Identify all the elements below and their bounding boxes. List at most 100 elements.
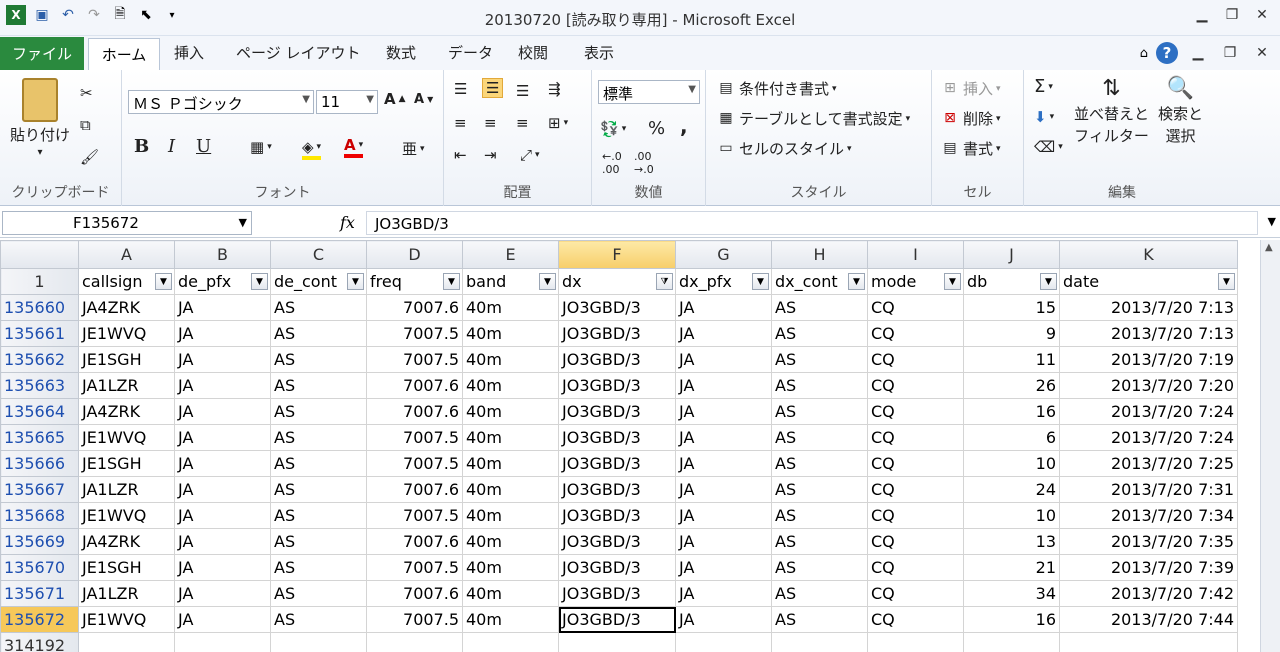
cell-d[interactable]: 7007.5 [366,450,463,477]
cell-a[interactable]: JA1LZR [78,372,175,399]
cell-e[interactable]: 40m [462,294,559,321]
cell-j[interactable]: 16 [963,398,1060,425]
italic-button[interactable]: I [168,136,175,157]
orientation-icon[interactable]: ⤢ ▾ [520,146,540,164]
column-header-i[interactable]: I [867,240,964,269]
cell-f[interactable]: JO3GBD/3 [558,294,676,321]
align-top-icon[interactable]: ☰ [454,80,467,98]
cell-b[interactable]: JA [174,580,271,607]
cell-e[interactable]: 40m [462,554,559,581]
cell-d[interactable]: 7007.5 [366,606,463,633]
cell-j[interactable] [963,632,1060,652]
cell-h[interactable]: AS [771,372,868,399]
wrap-text-icon[interactable]: ⇶ [548,80,561,98]
name-box[interactable]: F135672 ▼ [2,211,252,235]
insert-cells-button[interactable]: ⊞ 挿入 ▾ [940,78,1000,99]
cell-i[interactable] [867,632,964,652]
cell-d[interactable]: 7007.6 [366,528,463,555]
cell-i[interactable]: CQ [867,450,964,477]
header-cell-mode[interactable]: mode ▼ [867,268,964,295]
header-cell-freq[interactable]: freq ▼ [366,268,463,295]
row-header[interactable]: 135660 [0,294,79,321]
cell-k[interactable]: 2013/7/20 7:13 [1059,294,1238,321]
cell-h[interactable]: AS [771,320,868,347]
cell-k[interactable]: 2013/7/20 7:39 [1059,554,1238,581]
decrease-decimal-icon[interactable]: .00 →.0 [634,150,654,176]
cell-f[interactable]: JO3GBD/3 [558,372,676,399]
doc-restore-icon[interactable]: ❐ [1218,42,1242,64]
header-cell-dx-pfx[interactable]: dx_pfx ▼ [675,268,772,295]
cell-i[interactable]: CQ [867,554,964,581]
column-header-b[interactable]: B [174,240,271,269]
column-header-h[interactable]: H [771,240,868,269]
copy-icon[interactable]: ⧉ [80,116,91,134]
filter-dropdown-icon[interactable]: ▼ [539,273,556,290]
cell-c[interactable]: AS [270,346,367,373]
cell-c[interactable]: AS [270,528,367,555]
column-header-e[interactable]: E [462,240,559,269]
row-header[interactable]: 135671 [0,580,79,607]
cell-b[interactable]: JA [174,450,271,477]
find-select-button[interactable]: 🔍 検索と 選択 [1158,76,1203,147]
format-painter-icon[interactable]: 🖌 [80,148,99,166]
insert-function-icon[interactable]: fx [340,213,355,232]
cell-a[interactable]: JE1SGH [78,450,175,477]
cell-g[interactable]: JA [675,450,772,477]
header-cell-dx[interactable]: dx ⧩ [558,268,676,295]
cell-b[interactable]: JA [174,320,271,347]
column-header-k[interactable]: K [1059,240,1238,269]
header-cell-band[interactable]: band ▼ [462,268,559,295]
cell-b[interactable] [174,632,271,652]
align-bottom-icon[interactable]: ☰ [516,82,529,100]
chevron-down-icon[interactable]: ▼ [239,216,247,229]
cell-b[interactable]: JA [174,346,271,373]
cell-k[interactable] [1059,632,1238,652]
cell-h[interactable]: AS [771,580,868,607]
cell-d[interactable]: 7007.6 [366,372,463,399]
row-header[interactable]: 135664 [0,398,79,425]
grow-font-icon[interactable]: A ▲ [384,90,406,108]
doc-minimize-icon[interactable]: ▁ [1186,42,1210,64]
row-header[interactable]: 135666 [0,450,79,477]
cell-b[interactable]: JA [174,294,271,321]
cell-d[interactable]: 7007.5 [366,424,463,451]
cell-h[interactable]: AS [771,606,868,633]
filter-dropdown-icon[interactable]: ▼ [944,273,961,290]
cell-g[interactable]: JA [675,346,772,373]
tab-review[interactable]: 校閲 [518,42,548,63]
tab-formulas[interactable]: 数式 [386,42,416,63]
tab-file[interactable]: ファイル [0,37,84,70]
filter-dropdown-icon[interactable]: ▼ [251,273,268,290]
cell-e[interactable]: 40m [462,476,559,503]
tab-insert[interactable]: 挿入 [174,42,204,63]
shrink-font-icon[interactable]: A ▼ [414,92,433,107]
cell-h[interactable]: AS [771,346,868,373]
column-header-j[interactable]: J [963,240,1060,269]
filter-active-icon[interactable]: ⧩ [656,273,673,290]
cell-j[interactable]: 21 [963,554,1060,581]
cell-h[interactable]: AS [771,528,868,555]
cell-g[interactable]: JA [675,372,772,399]
vertical-scrollbar[interactable]: ▲ [1260,240,1280,652]
filter-dropdown-icon[interactable]: ▼ [155,273,172,290]
column-header-f[interactable]: F [558,240,676,269]
cell-k[interactable]: 2013/7/20 7:20 [1059,372,1238,399]
row-header[interactable]: 135661 [0,320,79,347]
row-header[interactable]: 1 [0,268,79,295]
cell-a[interactable] [78,632,175,652]
cell-d[interactable]: 7007.6 [366,580,463,607]
cell-d[interactable]: 7007.6 [366,398,463,425]
cell-e[interactable]: 40m [462,606,559,633]
column-header-a[interactable]: A [78,240,175,269]
comma-button[interactable]: , [680,114,688,138]
row-header[interactable]: 135665 [0,424,79,451]
cell-e[interactable]: 40m [462,528,559,555]
cell-f[interactable]: JO3GBD/3 [558,528,676,555]
cell-f[interactable]: JO3GBD/3 [558,424,676,451]
cell-i[interactable]: CQ [867,346,964,373]
cell-c[interactable] [270,632,367,652]
cell-h[interactable]: AS [771,502,868,529]
cell-j[interactable]: 34 [963,580,1060,607]
cell-b[interactable]: JA [174,528,271,555]
cell-i[interactable]: CQ [867,424,964,451]
